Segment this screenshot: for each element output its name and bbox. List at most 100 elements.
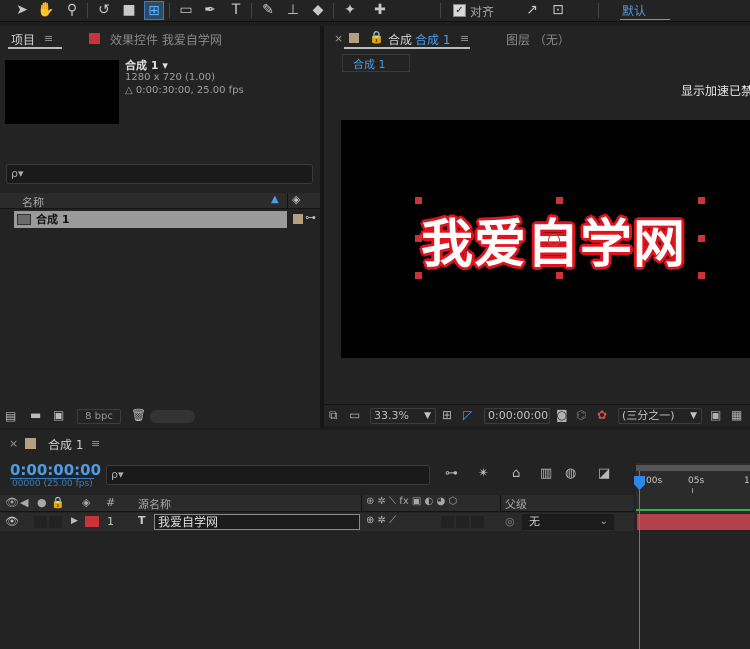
label-tag-icon[interactable]: ◈ <box>292 193 300 206</box>
snap-checkbox[interactable]: ✓ <box>453 4 466 17</box>
eye-column-icon[interactable]: 👁 <box>5 496 19 509</box>
layer-name-field[interactable]: 我爱自学网 <box>154 514 360 530</box>
pan-behind-tool-icon[interactable]: ⊞ <box>144 1 164 20</box>
parent-column-label[interactable]: 父级 <box>505 496 527 512</box>
expand-chevron-icon[interactable]: ▶ <box>71 516 78 526</box>
transform-handle-tr[interactable] <box>698 197 705 204</box>
color-channels-icon[interactable]: ✿ <box>597 408 607 422</box>
solo-column-icon[interactable]: ● <box>37 496 47 509</box>
transform-handle-bl[interactable] <box>415 272 422 279</box>
project-search-input[interactable]: ρ▾ <box>6 164 313 184</box>
column-name-label[interactable]: 名称 <box>22 194 44 210</box>
parent-pickwhip-icon[interactable]: ◎ <box>505 515 515 528</box>
tab-layer[interactable]: 图层 （无） <box>506 31 570 48</box>
timeline-comp-swatch <box>25 438 36 449</box>
layer-switches-icons[interactable]: ⊕ ✲ ⟋ <box>366 515 396 526</box>
mask-visibility-icon[interactable]: ◸ <box>463 408 472 422</box>
snapshot-camera-icon[interactable]: ◙ <box>556 408 568 422</box>
clone-stamp-tool-icon[interactable]: ⊥ <box>283 1 303 20</box>
layer-switch-cell[interactable] <box>471 516 484 528</box>
transform-handle-tl[interactable] <box>415 197 422 204</box>
snap-edges-icon[interactable]: ↗ <box>522 1 542 20</box>
layer-switch-cell[interactable] <box>456 516 469 528</box>
shy-layers-icon[interactable]: ⌂ <box>512 466 520 481</box>
tab-composition[interactable]: 合成 1 <box>415 31 450 48</box>
transform-handle-tc[interactable] <box>556 197 563 204</box>
roto-brush-tool-icon[interactable]: ✦ <box>340 1 360 20</box>
rectangle-tool-icon[interactable]: ▭ <box>176 1 196 20</box>
motion-blur-icon[interactable]: ◍ <box>565 466 576 481</box>
hand-tool-icon[interactable]: ✋ <box>36 1 56 20</box>
interpret-footage-icon[interactable]: ▤ <box>5 409 16 423</box>
flowchart-icon[interactable]: ⊶ <box>305 211 316 224</box>
brush-tool-icon[interactable]: ✎ <box>258 1 278 20</box>
zoom-select[interactable]: 33.3% ▼ <box>370 408 436 424</box>
label-column-icon[interactable]: ◈ <box>82 496 90 509</box>
timeline-current-time[interactable]: 0:00:00:00 <box>10 461 101 479</box>
close-tab-icon[interactable]: × <box>334 32 343 45</box>
transform-handle-ml[interactable] <box>415 235 422 242</box>
transform-handle-mr[interactable] <box>698 235 705 242</box>
lock-column-icon[interactable]: 🔒 <box>51 496 65 509</box>
sort-ascending-icon[interactable]: ▲ <box>271 194 279 205</box>
label-color-swatch[interactable] <box>293 214 303 224</box>
tab-project[interactable]: 项目 <box>11 31 35 48</box>
close-timeline-tab-icon[interactable]: × <box>9 437 18 450</box>
switches-column-icons[interactable]: ⊕ ✲ ⟍ fx ▣ ◐ ◕ ⬡ <box>366 496 457 507</box>
frame-blending-icon[interactable]: ▥ <box>540 466 552 481</box>
transform-handle-br[interactable] <box>698 272 705 279</box>
source-name-column-label[interactable]: 源名称 <box>138 496 171 512</box>
playhead-line[interactable] <box>639 471 640 649</box>
monitor-icon[interactable]: ▭ <box>349 408 360 422</box>
snap-features-icon[interactable]: ⊡ <box>548 1 568 20</box>
timeline-tab[interactable]: 合成 1 <box>48 436 83 453</box>
thumbnail-size-slider[interactable] <box>150 410 195 423</box>
workspace-default-tab[interactable]: 默认 <box>622 2 646 19</box>
transparency-grid-icon[interactable]: ▦ <box>731 408 742 422</box>
eraser-tool-icon[interactable]: ◆ <box>308 1 328 20</box>
parent-select[interactable]: 无 ⌄ <box>522 514 614 530</box>
pen-tool-icon[interactable]: ✒ <box>200 1 220 20</box>
new-comp-icon[interactable]: ▣ <box>53 408 64 422</box>
layer-lock-cell[interactable] <box>49 516 62 528</box>
selection-tool-icon[interactable]: ➤ <box>12 1 32 20</box>
graph-editor-icon[interactable]: ◪ <box>598 466 610 481</box>
type-tool-icon[interactable]: T <box>226 1 246 20</box>
comp-flowchart-icon[interactable]: ⊶ <box>445 466 458 481</box>
resolution-select[interactable]: (三分之一) ▼ <box>618 408 702 424</box>
layer-label-swatch[interactable] <box>85 516 99 527</box>
timeline-layer-row[interactable]: 👁 ▶ 1 T 我爱自学网 ⊕ ✲ ⟋ ◎ 无 ⌄ <box>0 513 634 531</box>
rotate-tool-icon[interactable]: ↺ <box>94 1 114 20</box>
new-folder-icon[interactable]: ▬ <box>30 408 41 422</box>
lock-icon[interactable]: 🔒 <box>369 30 384 44</box>
layer-visibility-eye-icon[interactable]: 👁 <box>5 515 19 528</box>
timeline-menu-icon[interactable]: ≡ <box>91 437 100 450</box>
tab-composition-prefix[interactable]: 合成 <box>388 31 412 48</box>
transform-handle-bc[interactable] <box>556 272 563 279</box>
safe-margins-icon[interactable]: ⊞ <box>442 408 452 422</box>
bpc-button[interactable]: 8 bpc <box>77 409 121 424</box>
region-of-interest-icon[interactable]: ▣ <box>710 408 721 422</box>
delete-icon[interactable]: 🗑 <box>131 408 146 422</box>
always-preview-icon[interactable]: ⧉ <box>329 408 338 423</box>
project-row-comp1[interactable]: 合成 1 <box>14 211 287 228</box>
zoom-tool-icon[interactable]: ⚲ <box>62 1 82 20</box>
layer-solo-cell[interactable] <box>34 516 47 528</box>
tab-effects-controls[interactable]: 效果控件 我爱自学网 <box>110 31 222 48</box>
draft-3d-icon[interactable]: ✴ <box>478 466 489 481</box>
comp-name[interactable]: 合成 1 ▾ <box>125 57 168 73</box>
chevron-down-icon: ▼ <box>690 411 697 421</box>
timeline-search-input[interactable]: ρ▾ <box>106 465 430 485</box>
layer-duration-bar[interactable] <box>637 514 750 530</box>
show-snapshot-icon[interactable]: ⌬ <box>576 408 586 422</box>
panel-menu-icon[interactable]: ≡ <box>44 32 53 45</box>
ruler-tick-5: 05s <box>688 476 705 486</box>
work-area-bar[interactable] <box>636 465 750 471</box>
puppet-pin-tool-icon[interactable]: ✚ <box>370 1 390 20</box>
layer-switch-cell[interactable] <box>441 516 454 528</box>
camera-tool-icon[interactable]: ■ <box>119 1 139 20</box>
viewer-menu-icon[interactable]: ≡ <box>460 32 469 45</box>
audio-column-icon[interactable]: ◀ <box>20 496 28 509</box>
current-time-field[interactable]: 0:00:00:00 <box>484 408 550 424</box>
anchor-point-icon[interactable] <box>548 234 560 246</box>
